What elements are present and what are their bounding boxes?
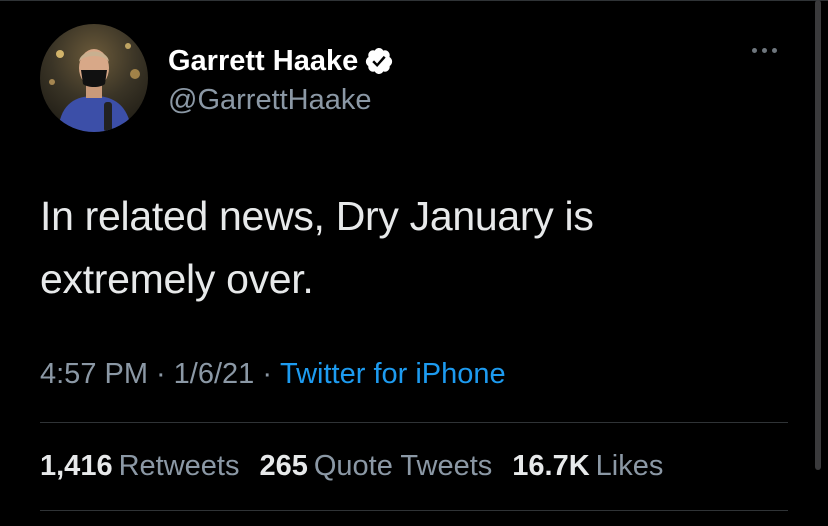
retweets-count: 1,416: [40, 450, 113, 482]
avatar[interactable]: [40, 24, 148, 132]
dot-icon: [772, 48, 777, 53]
tweet-date[interactable]: 1/6/21: [174, 358, 255, 390]
divider: [40, 510, 788, 511]
scrollbar[interactable]: [815, 0, 821, 470]
dot-icon: [752, 48, 757, 53]
author-display-name[interactable]: Garrett Haake: [168, 44, 394, 78]
retweets-label: Retweets: [118, 450, 240, 482]
tweet-text-line: In related news, Dry January is: [40, 193, 594, 239]
likes-label: Likes: [595, 450, 664, 482]
retweets-stat[interactable]: 1,416 Retweets: [40, 448, 239, 484]
tweet-meta: 4:57 PM · 1/6/21 · Twitter for iPhone: [40, 356, 506, 392]
tweet-text-line: extremely over.: [40, 256, 314, 302]
quote-tweets-stat[interactable]: 265 Quote Tweets: [259, 448, 492, 484]
more-options-icon[interactable]: [752, 48, 777, 53]
top-divider: [0, 0, 828, 1]
author-name-text: Garrett Haake: [168, 45, 359, 77]
likes-stat[interactable]: 16.7K Likes: [512, 448, 663, 484]
verified-badge-icon: [364, 46, 394, 76]
tweet-text: In related news, Dry January is extremel…: [40, 185, 780, 311]
author-handle[interactable]: @GarrettHaake: [168, 83, 372, 117]
dot-icon: [762, 48, 767, 53]
tweet-time[interactable]: 4:57 PM: [40, 358, 148, 390]
meta-separator: ·: [156, 358, 166, 390]
quote-tweets-label: Quote Tweets: [313, 450, 493, 482]
divider: [40, 422, 788, 423]
quote-tweets-count: 265: [259, 450, 308, 482]
meta-separator: ·: [262, 358, 272, 390]
tweet-stats: 1,416 Retweets 265 Quote Tweets 16.7K Likes: [40, 448, 663, 484]
likes-count: 16.7K: [512, 450, 590, 482]
tweet-source-link[interactable]: Twitter for iPhone: [280, 358, 506, 390]
